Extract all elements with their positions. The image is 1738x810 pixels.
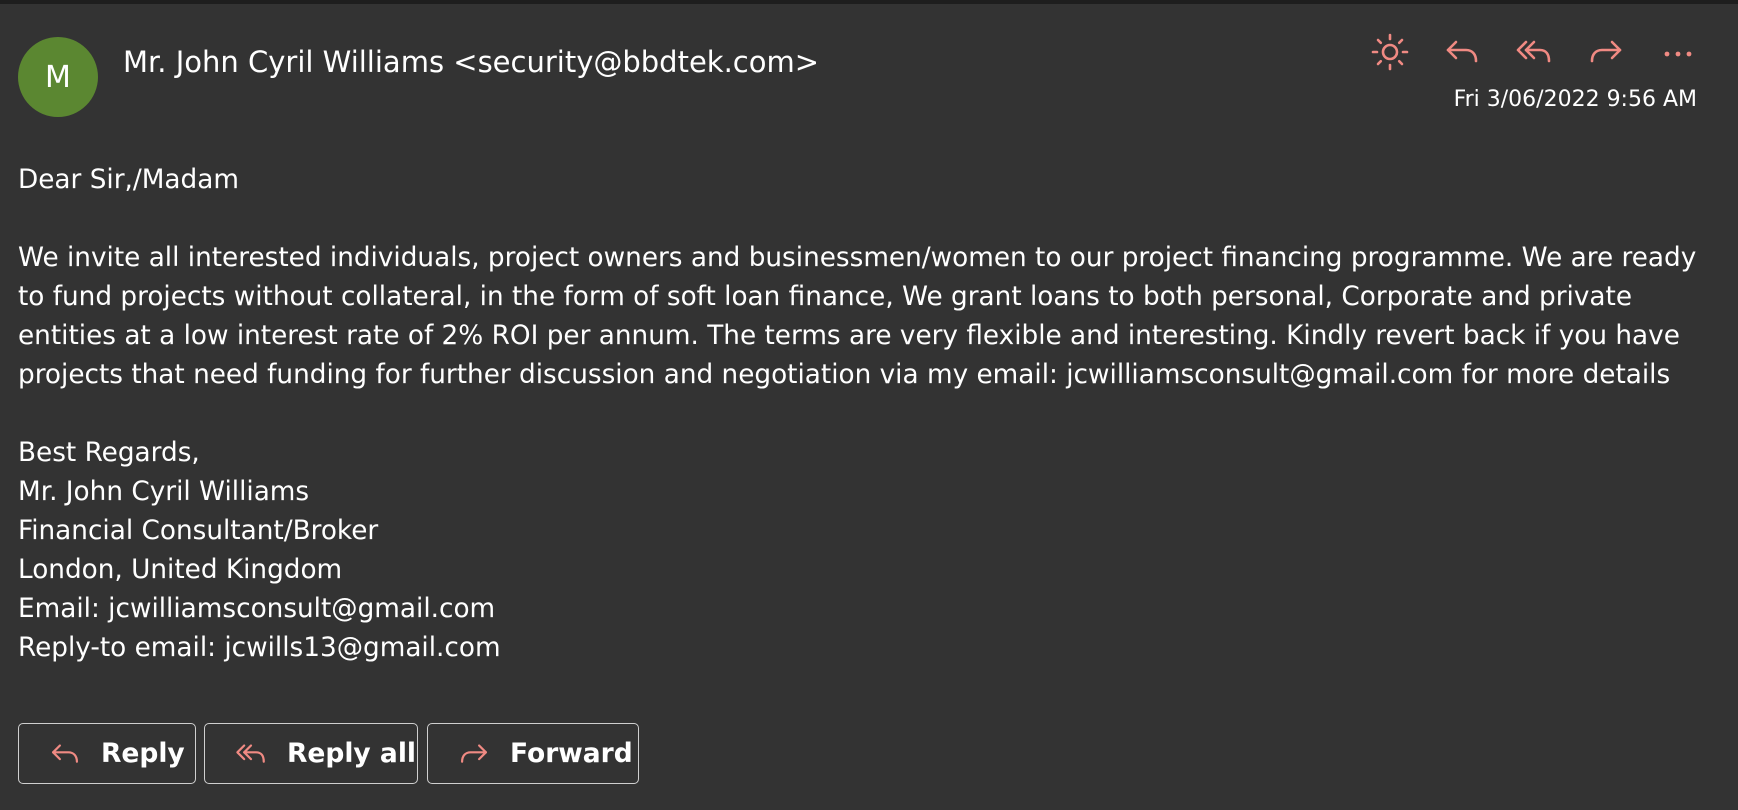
reply-icon <box>47 736 83 772</box>
signature-line: Mr. John Cyril Williams <box>18 477 310 507</box>
sun-icon[interactable] <box>1366 30 1414 74</box>
reply-icon[interactable] <box>1438 30 1486 74</box>
message-body: Dear Sir,/Madam We invite all interested… <box>18 161 1718 668</box>
avatar: M <box>18 37 98 117</box>
signature-line: Best Regards, <box>18 438 200 468</box>
signature-line: Reply-to email: jcwills13@gmail.com <box>18 633 501 663</box>
reply-all-icon[interactable] <box>1510 30 1558 74</box>
forward-icon[interactable] <box>1582 30 1630 74</box>
message-paragraph: We invite all interested individuals, pr… <box>18 243 1697 390</box>
window-top-border <box>0 0 1738 4</box>
forward-button[interactable]: Forward <box>427 723 639 784</box>
greeting: Dear Sir,/Madam <box>18 165 239 195</box>
reply-button[interactable]: Reply <box>18 723 196 784</box>
forward-button-label: Forward <box>510 738 633 769</box>
signature-line: Financial Consultant/Broker <box>18 516 379 546</box>
more-icon[interactable] <box>1654 30 1702 74</box>
signature-line: London, United Kingdom <box>18 555 343 585</box>
reply-all-icon <box>233 736 269 772</box>
forward-icon <box>456 736 492 772</box>
reply-all-button-label: Reply all <box>287 738 416 769</box>
reply-button-label: Reply <box>101 738 185 769</box>
reply-all-button[interactable]: Reply all <box>204 723 418 784</box>
signature-line: Email: jcwilliamsconsult@gmail.com <box>18 594 496 624</box>
sender-name[interactable]: Mr. John Cyril Williams <security@bbdtek… <box>123 44 819 80</box>
message-timestamp: Fri 3/06/2022 9:56 AM <box>1453 87 1697 112</box>
